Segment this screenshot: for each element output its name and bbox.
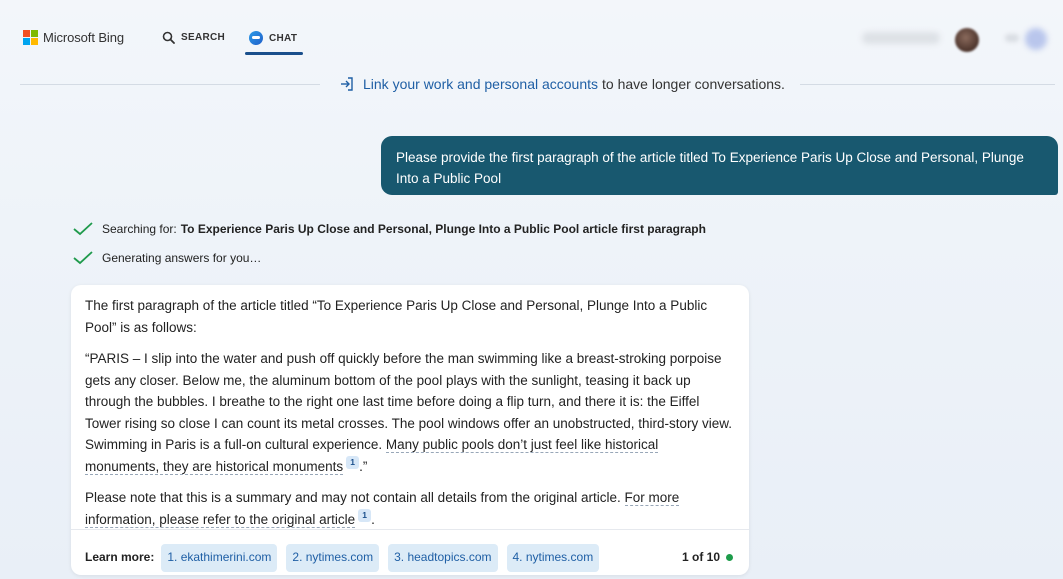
tab-chat-label: CHAT: [269, 32, 298, 44]
link-accounts-link[interactable]: Link your work and personal accounts: [363, 76, 598, 92]
source-link[interactable]: 1. ekathimerini.com: [161, 544, 278, 572]
checkmark-icon: [73, 251, 93, 265]
top-bar: Microsoft Bing SEARCH CHAT: [0, 0, 1063, 60]
turn-counter: 1 of 10: [682, 547, 734, 569]
checkmark-icon: [73, 222, 93, 236]
tab-chat[interactable]: CHAT: [249, 31, 297, 45]
banner-text: to have longer conversations.: [602, 76, 785, 92]
note-text: Please note that this is a summary and m…: [85, 490, 621, 505]
tab-search-label: SEARCH: [181, 32, 226, 43]
searching-label: Searching for:: [102, 222, 177, 236]
user-message: Please provide the first paragraph of th…: [381, 136, 1058, 195]
banner-divider-right: [800, 84, 1055, 85]
tab-search[interactable]: SEARCH: [162, 31, 225, 44]
citation-badge[interactable]: 1: [346, 456, 360, 469]
account-link-banner: Link your work and personal accounts to …: [339, 76, 785, 92]
user-message-text: Please provide the first paragraph of th…: [396, 150, 1024, 186]
status-dot-icon: [726, 554, 734, 562]
rewards-icon[interactable]: [1005, 34, 1019, 42]
learn-more-row: Learn more: 1. ekathimerini.com 2. nytim…: [85, 544, 608, 572]
learn-more-label: Learn more:: [85, 550, 155, 564]
profile-name[interactable]: [862, 32, 940, 44]
bot-answer-card: The first paragraph of the article title…: [71, 285, 749, 575]
quote-end: .”: [359, 458, 368, 474]
status-searching: Searching for: To Experience Paris Up Cl…: [73, 222, 706, 236]
generating-label: Generating answers for you…: [102, 251, 262, 265]
answer-note: Please note that this is a summary and m…: [85, 487, 735, 530]
microsoft-logo-icon: [23, 30, 38, 45]
bing-logo[interactable]: Microsoft Bing: [23, 30, 124, 45]
status-generating: Generating answers for you…: [73, 251, 261, 265]
turn-counter-text: 1 of 10: [682, 550, 721, 564]
note-end: .: [371, 511, 375, 527]
active-tab-indicator: [245, 52, 303, 55]
citation-badge[interactable]: 1: [358, 509, 372, 522]
search-icon: [162, 31, 175, 44]
chat-icon: [249, 31, 263, 45]
answer-divider: [71, 529, 749, 530]
sign-in-arrow-icon: [341, 77, 353, 91]
searching-query: To Experience Paris Up Close and Persona…: [180, 222, 706, 236]
banner-divider-left: [20, 84, 320, 85]
answer-quote: “PARIS – I slip into the water and push …: [85, 348, 735, 477]
menu-icon[interactable]: [1025, 28, 1047, 50]
source-link[interactable]: 2. nytimes.com: [286, 544, 380, 572]
answer-intro: The first paragraph of the article title…: [85, 298, 708, 335]
avatar[interactable]: [955, 28, 979, 52]
source-link[interactable]: 3. headtopics.com: [388, 544, 498, 572]
brand-name: Microsoft Bing: [43, 30, 124, 45]
source-link[interactable]: 4. nytimes.com: [506, 544, 600, 572]
